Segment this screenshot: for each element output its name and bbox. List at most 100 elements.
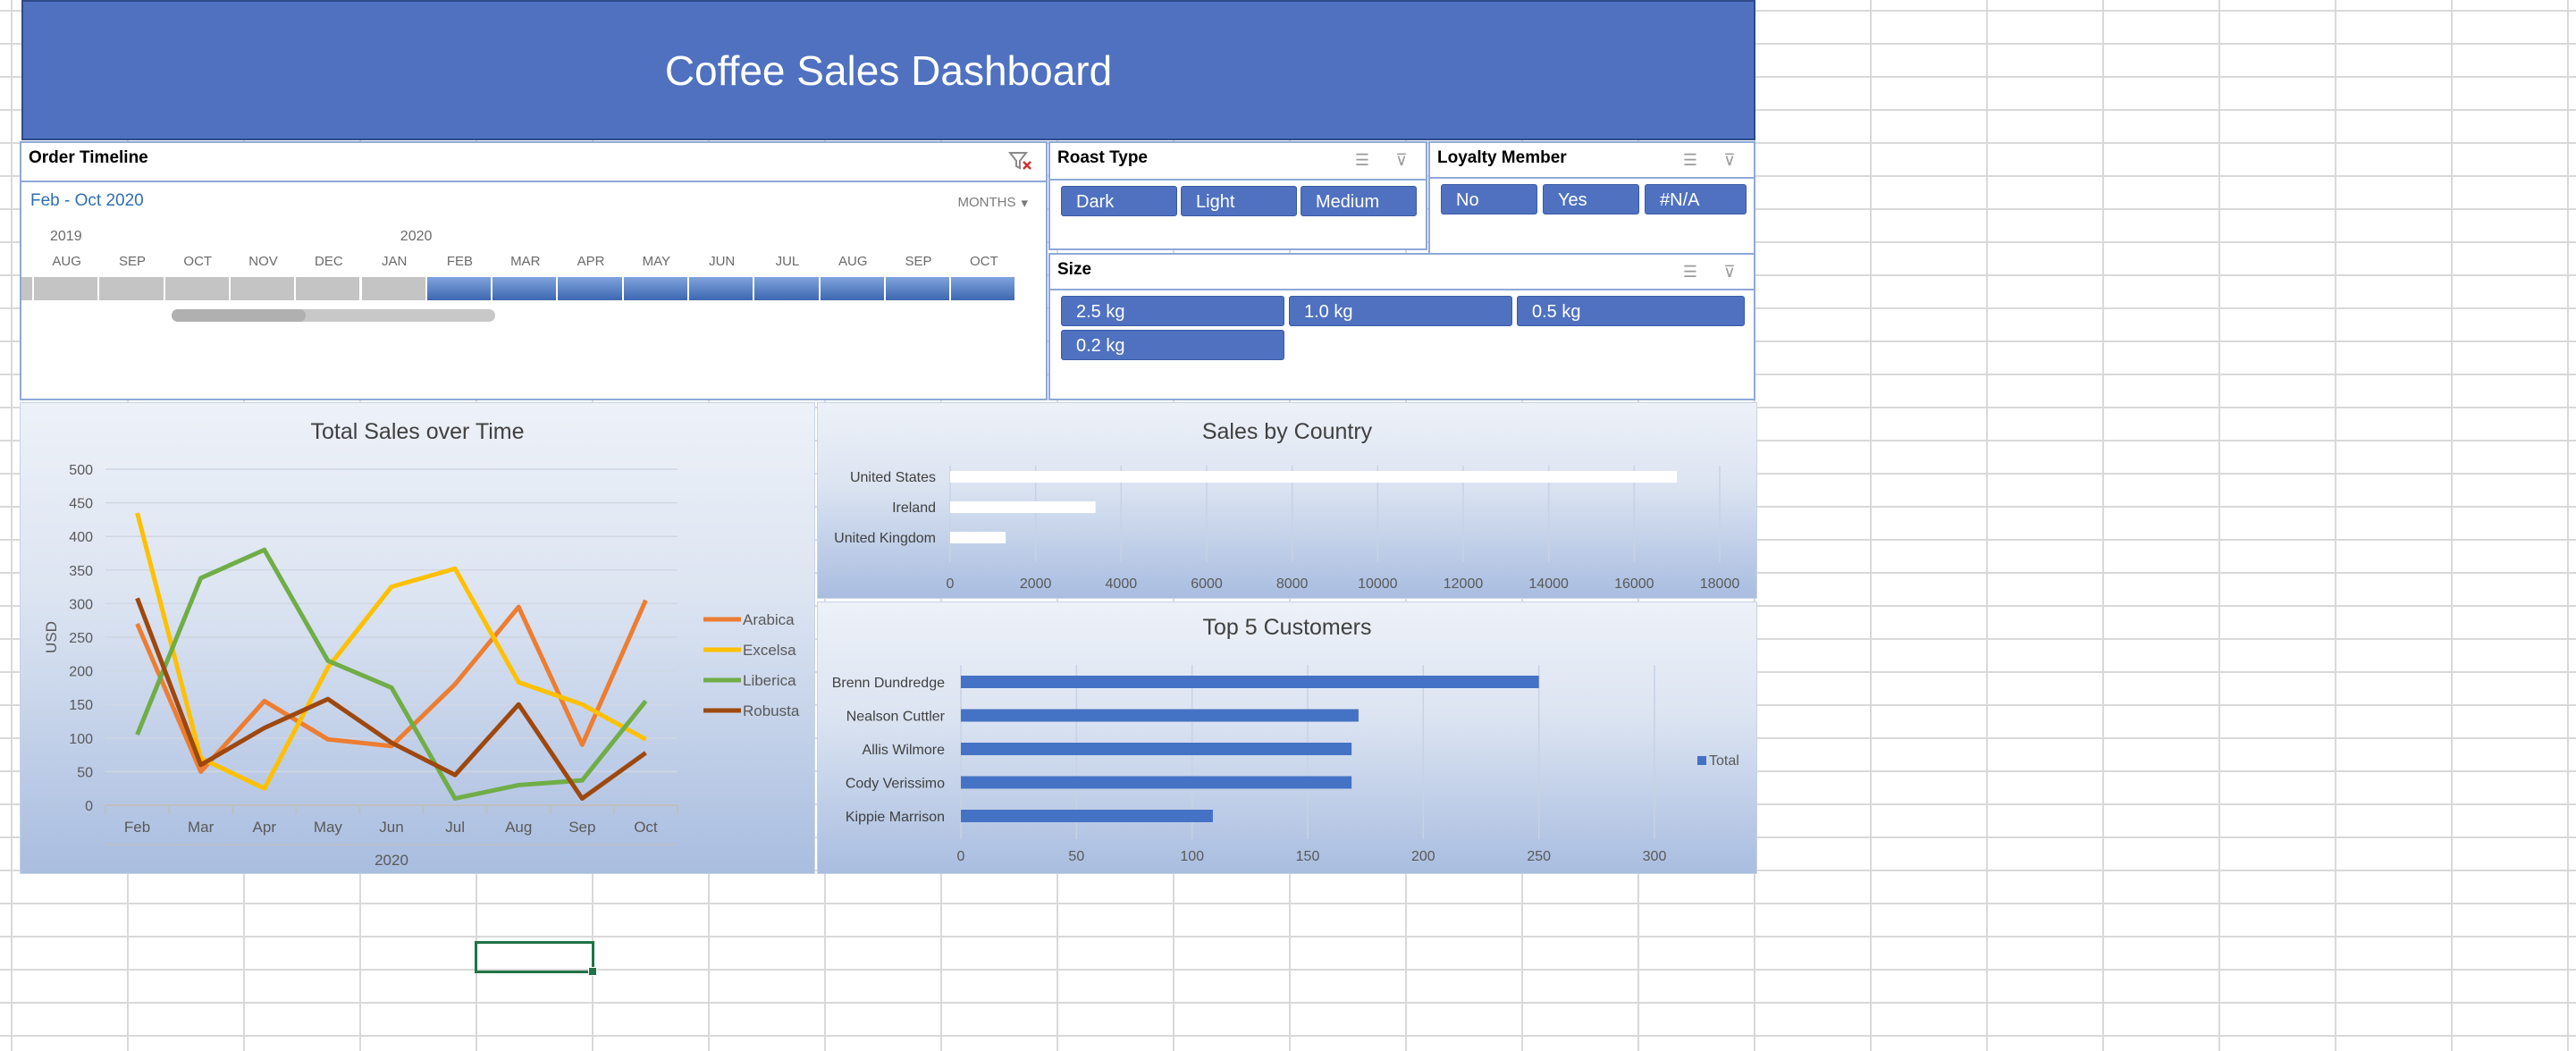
timeline-month-cell[interactable]	[426, 277, 492, 300]
x-tick-label: 300	[1643, 849, 1667, 864]
clear-filter-icon[interactable]: ⊽	[1390, 150, 1413, 170]
x-tick-label: Mar	[188, 819, 215, 836]
x-tick-label: Oct	[634, 819, 658, 836]
timeline-month-cell[interactable]	[754, 277, 819, 300]
timeline-scrollbar[interactable]	[172, 309, 495, 322]
loyalty-button-no[interactable]: No	[1441, 184, 1537, 214]
x-tick-label: 0	[947, 576, 955, 592]
roast-button-light[interactable]: Light	[1181, 186, 1297, 216]
roast-type-title: Roast Type	[1057, 148, 1149, 167]
category-label: Ireland	[892, 500, 936, 516]
timeline-month-label: SEP	[118, 254, 146, 269]
category-label: Cody Verissimo	[846, 777, 945, 792]
timeline-month-label: SEP	[905, 254, 932, 269]
timeline-month-cell[interactable]	[558, 277, 622, 300]
timeline-month-label: OCT	[183, 254, 213, 269]
timeline-edge-cell	[21, 277, 32, 300]
timeline-month-cell[interactable]	[820, 277, 884, 300]
legend-swatch	[1697, 756, 1706, 765]
sales-by-country-chart[interactable]: Sales by Country 0 2000 4000 6000 8000 10000 1…	[817, 402, 1757, 599]
timeline-month-label: DEC	[315, 254, 343, 269]
timeline-month-label: FEB	[446, 254, 474, 269]
category-label: United States	[850, 470, 936, 485]
loyalty-button-yes[interactable]: Yes	[1543, 184, 1639, 214]
bar-kippie-marrison[interactable]	[961, 810, 1213, 822]
size-button-0-2kg[interactable]: 0.2 kg	[1061, 330, 1284, 360]
x-tick-label: Sep	[568, 819, 595, 836]
category-label: United Kingdom	[834, 531, 936, 546]
bar-ireland[interactable]	[950, 501, 1096, 513]
bar-united-kingdom[interactable]	[950, 532, 1006, 543]
legend-label: Excelsa	[743, 642, 796, 659]
bar-brenn-dundredge[interactable]	[961, 676, 1539, 688]
timeline-month-label: APR	[577, 254, 605, 269]
x-tick-label: 50	[1068, 849, 1084, 864]
clear-filter-icon[interactable]: ⊽	[1718, 262, 1741, 282]
timeline-month-label: NOV	[248, 254, 278, 269]
timeline-month-cell[interactable]	[361, 277, 425, 300]
dashboard-title: Coffee Sales Dashboard	[664, 46, 1113, 94]
timeline-title: Order Timeline	[29, 148, 148, 167]
timeline-month-label: MAR	[510, 254, 541, 269]
y-tick-label: 150	[69, 698, 93, 713]
x-tick-label: 100	[1180, 849, 1204, 864]
timeline-month-cell[interactable]	[99, 277, 164, 300]
timeline-scrollbar-thumb[interactable]	[172, 309, 306, 322]
legend-label: Robusta	[743, 702, 800, 719]
x-tick-label: 8000	[1276, 576, 1309, 592]
bar-cody-verissimo[interactable]	[961, 776, 1352, 789]
timeline-month-cell[interactable]	[296, 277, 360, 300]
x-tick-label: Jun	[379, 819, 403, 836]
active-cell-cursor[interactable]	[475, 941, 597, 976]
y-tick-label: 50	[77, 765, 93, 780]
bar-united-states[interactable]	[950, 471, 1678, 483]
order-timeline-slicer[interactable]: Order Timeline Feb - Oct 2020 MONTHS ▾ A…	[20, 141, 1048, 400]
timeline-month-cell[interactable]	[164, 277, 229, 300]
timeline-month-cell[interactable]	[689, 277, 753, 300]
category-label: Kippie Marrison	[846, 810, 945, 825]
roast-type-slicer[interactable]: Roast Type ☰ ⊽ Dark Light Medium	[1048, 141, 1427, 250]
multi-select-icon[interactable]: ☰	[1351, 150, 1374, 170]
timeline-year-label: 2020	[400, 229, 433, 244]
bar-allis-wilmore[interactable]	[961, 743, 1352, 755]
x-group-label: 2020	[375, 852, 408, 869]
x-tick-label: 250	[1527, 849, 1551, 864]
timeline-year-label: 2019	[50, 229, 82, 244]
y-tick-label: 250	[69, 631, 93, 646]
roast-button-dark[interactable]: Dark	[1061, 186, 1177, 216]
x-tick-label: 6000	[1191, 576, 1223, 592]
size-button-2-5kg[interactable]: 2.5 kg	[1061, 296, 1284, 326]
customers-chart-svg: 0 50 100 150 200 250 300 Brenn Dundredge Nealson…	[832, 665, 1739, 864]
clear-filter-icon[interactable]: ⊽	[1718, 150, 1741, 170]
bar-nealson-cuttler[interactable]	[961, 709, 1359, 722]
y-tick-label: 400	[69, 530, 93, 545]
y-tick-label: 450	[69, 497, 93, 512]
x-tick-label: 2000	[1020, 576, 1052, 592]
size-button-1-0kg[interactable]: 1.0 kg	[1289, 296, 1512, 326]
loyalty-title: Loyalty Member	[1437, 148, 1567, 167]
timeline-month-cell[interactable]	[623, 277, 687, 300]
y-tick-label: 200	[69, 665, 93, 680]
timeline-month-cell[interactable]	[492, 277, 557, 300]
size-button-0-5kg[interactable]: 0.5 kg	[1517, 296, 1745, 326]
multi-select-icon[interactable]: ☰	[1679, 150, 1702, 170]
multi-select-icon[interactable]: ☰	[1679, 262, 1702, 282]
timeline-month-label: OCT	[970, 254, 998, 269]
clear-filter-icon[interactable]	[1007, 150, 1033, 172]
timeline-month-cell[interactable]	[34, 277, 98, 300]
category-label: Brenn Dundredge	[832, 676, 945, 691]
timeline-units-label: MONTHS	[957, 195, 1016, 210]
x-tick-label: Aug	[505, 819, 532, 836]
y-tick-label: 300	[69, 597, 93, 612]
total-sales-chart[interactable]: Total Sales over Time 0 50 100 150 200 250 300…	[20, 402, 815, 874]
timeline-month-cell[interactable]	[951, 277, 1015, 300]
top-customers-chart[interactable]: Top 5 Customers 0 50 100 150 200 250 300 Brenn …	[817, 601, 1757, 874]
timeline-month-cell[interactable]	[885, 277, 950, 300]
size-slicer[interactable]: Size ☰ ⊽ 2.5 kg 1.0 kg 0.5 kg 0.2 kg	[1048, 253, 1755, 400]
loyalty-button-na[interactable]: #N/A	[1645, 184, 1747, 214]
y-axis-label: USD	[43, 621, 60, 653]
roast-button-medium[interactable]: Medium	[1301, 186, 1417, 216]
timeline-units-dropdown[interactable]: MONTHS ▾	[957, 195, 1028, 211]
timeline-month-cell[interactable]	[230, 277, 295, 300]
loyalty-member-slicer[interactable]: Loyalty Member ☰ ⊽ No Yes #N/A	[1428, 141, 1755, 256]
